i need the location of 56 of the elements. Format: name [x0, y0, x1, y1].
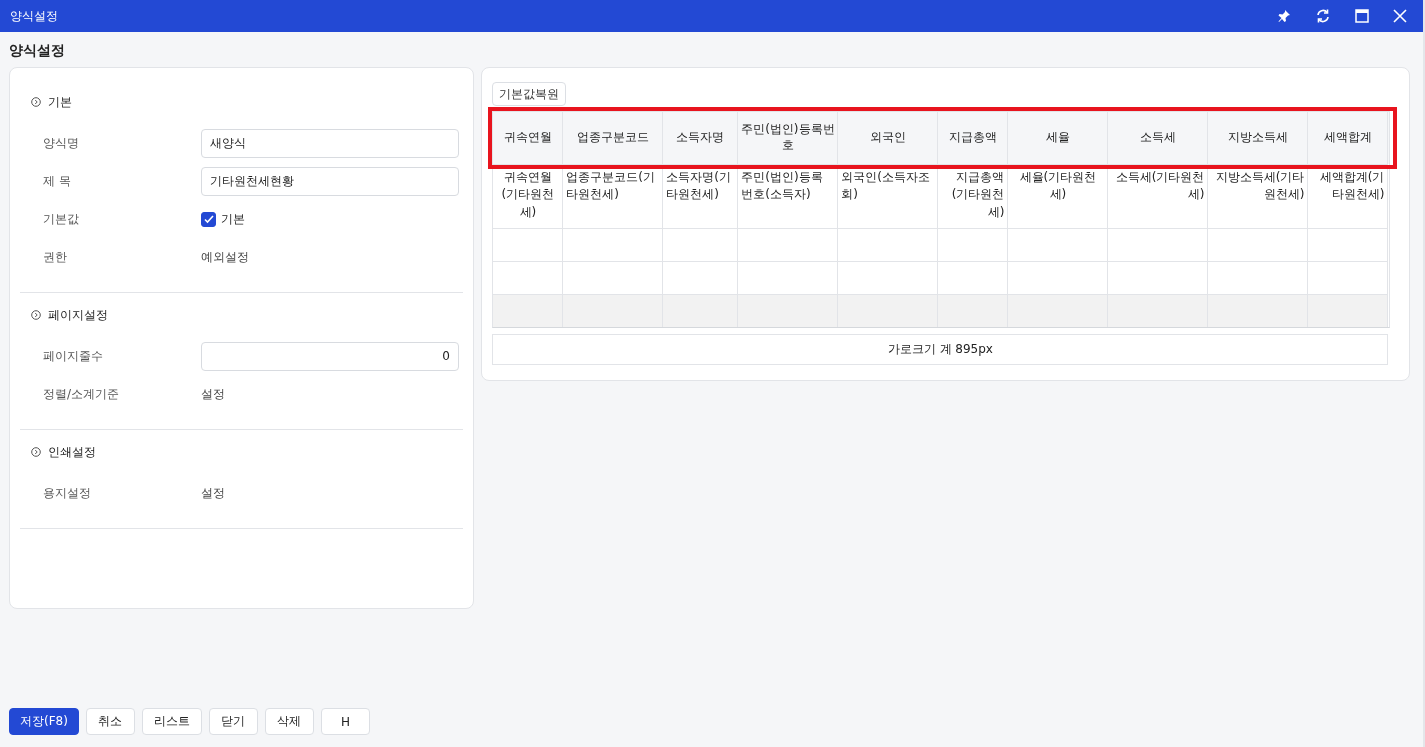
table-cell: 지급총액(기타원천세): [938, 164, 1009, 228]
field-label: 권한: [43, 248, 68, 266]
settings-link[interactable]: 예외설정: [201, 248, 249, 266]
empty-cell: [938, 228, 1009, 261]
table-cell: 소득자명(기타원천세): [663, 164, 739, 228]
restore-defaults-button[interactable]: 기본값복원: [492, 82, 567, 106]
action-button[interactable]: 취소: [85, 708, 135, 735]
section-title: 인쇄설정: [48, 443, 96, 461]
close-icon[interactable]: [1393, 9, 1407, 23]
settings-link[interactable]: 설정: [201, 484, 225, 502]
section-title: 기본: [48, 93, 72, 111]
field-label: 용지설정: [43, 484, 92, 502]
column-header[interactable]: 지방소득세: [1208, 112, 1309, 164]
checkbox[interactable]: [201, 211, 216, 227]
table-cell: 주민(법인)등록번호(소득자): [738, 164, 839, 228]
column-header[interactable]: 세율: [1008, 112, 1109, 164]
column-header[interactable]: 세액합계: [1308, 112, 1389, 164]
page-title: 양식설정: [9, 41, 66, 60]
number-field[interactable]: 0: [201, 341, 459, 371]
action-button[interactable]: 리스트: [141, 708, 202, 735]
action-button[interactable]: H: [320, 708, 370, 735]
chevron-circle-icon[interactable]: [31, 447, 41, 457]
maximize-icon[interactable]: [1355, 9, 1369, 23]
action-button[interactable]: 닫기: [208, 708, 258, 735]
column-header[interactable]: 소득세: [1108, 112, 1209, 164]
field-label: 제 목: [43, 172, 72, 190]
action-button[interactable]: 삭제: [264, 708, 314, 735]
field-label: 정렬/소계기준: [43, 385, 121, 403]
column-header[interactable]: 지급총액: [938, 112, 1009, 164]
column-header[interactable]: 주민(법인)등록번호: [738, 112, 839, 164]
field-label: 페이지줄수: [43, 347, 104, 365]
input-field[interactable]: 기타원천세현황: [201, 166, 459, 196]
section-title: 페이지설정: [48, 306, 108, 324]
column-header[interactable]: 귀속연월: [493, 112, 564, 164]
table-cell: 지방소득세(기타원천세): [1208, 164, 1309, 228]
width-total-text: 가로크기 계 895px: [887, 341, 993, 358]
chevron-circle-icon[interactable]: [31, 97, 41, 107]
chevron-circle-icon[interactable]: [31, 310, 41, 320]
pin-icon[interactable]: [1277, 9, 1291, 23]
table-cell: 귀속연월(기타원천세): [493, 164, 564, 228]
refresh-icon[interactable]: [1315, 8, 1331, 24]
window-title: 양식설정: [10, 7, 58, 25]
field-label: 기본값: [43, 210, 80, 228]
action-button[interactable]: 저장(F8): [9, 708, 79, 735]
column-header[interactable]: 소득자명: [663, 112, 739, 164]
input-field[interactable]: 새양식: [201, 128, 459, 158]
settings-link[interactable]: 설정: [201, 385, 225, 403]
table-cell: 세율(기타원천세): [1008, 164, 1109, 228]
table-cell: 업종구분코드(기타원천세): [563, 164, 664, 228]
column-header[interactable]: 외국인: [838, 112, 939, 164]
table-cell: 소득세(기타원천세): [1108, 164, 1209, 228]
table-cell: 세액합계(기타원천세): [1308, 164, 1389, 228]
table-cell: 외국인(소득자조회): [838, 164, 939, 228]
field-label: 양식명: [43, 134, 80, 152]
column-header[interactable]: 업종구분코드: [563, 112, 664, 164]
checkbox-label: 기본: [221, 210, 245, 228]
